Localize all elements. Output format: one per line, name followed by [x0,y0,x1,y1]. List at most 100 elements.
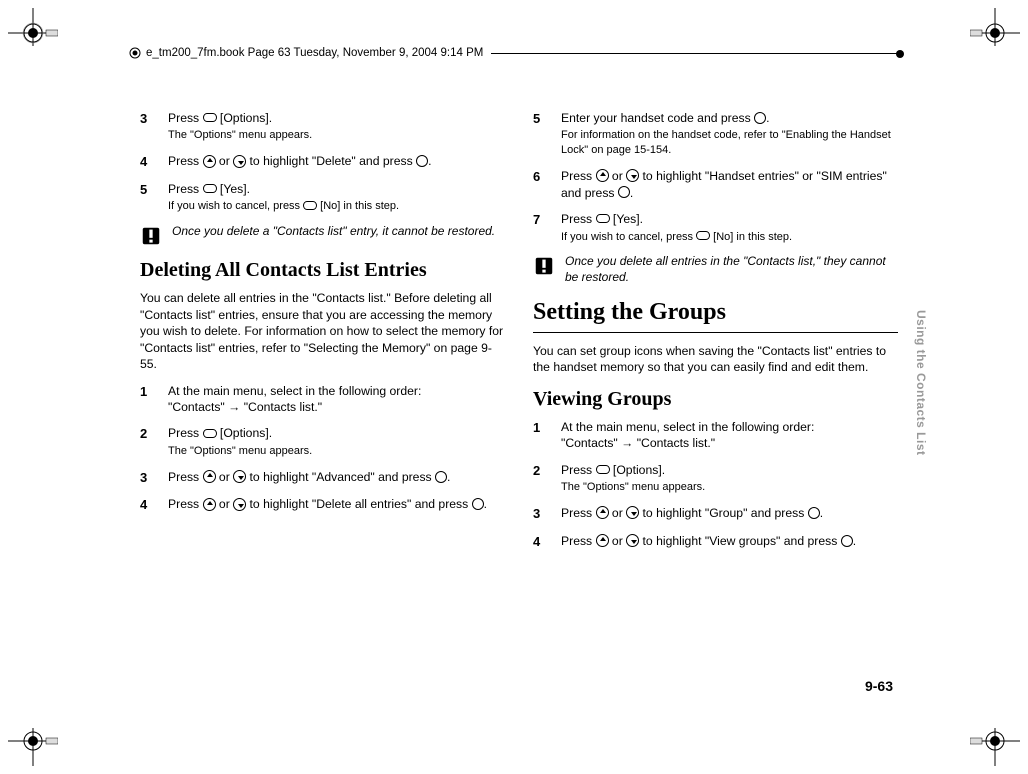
step-number: 5 [140,181,168,214]
center-key-icon [435,471,447,483]
text: If you wish to cancel, press [168,200,303,212]
softkey-icon [203,429,217,438]
heading-deleting-all: Deleting All Contacts List Entries [140,257,505,284]
nav-down-icon [233,155,246,168]
text: At the main menu, select in the followin… [561,420,814,434]
step-body: At the main menu, select in the followin… [168,383,505,416]
step-5: 5 Press [Yes]. If you wish to cancel, pr… [140,181,505,214]
text: Press [168,111,203,125]
center-key-icon [754,112,766,124]
nav-up-icon [596,534,609,547]
text: [No] in this step. [317,200,399,212]
running-header: e_tm200_7fm.book Page 63 Tuesday, Novemb… [128,46,900,60]
nav-down-icon [626,506,639,519]
paragraph: You can delete all entries in the "Conta… [140,290,505,372]
text: Enter your handset code and press [561,111,754,125]
page-root: { "header": "e_tm200_7fm.book Page 63 Tu… [0,0,1028,774]
nav-up-icon [596,506,609,519]
text: [Yes]. [610,212,643,226]
step-b2: 2 Press [Options]. The "Options" menu ap… [140,425,505,458]
step-body: Press or to highlight "Advanced" and pre… [168,469,505,487]
step-number: 3 [140,469,168,487]
nav-up-icon [596,169,609,182]
text: to highlight "View groups" and press [639,534,841,548]
center-key-icon [416,155,428,167]
step-body: Press or to highlight "Delete all entrie… [168,496,505,514]
step-4: 4 Press or to highlight "Delete" and pre… [140,153,505,171]
content-area: 3 Press [Options]. The "Options" menu ap… [140,110,898,654]
text: or [609,169,627,183]
step-body: Press [Yes]. If you wish to cancel, pres… [168,181,505,214]
nav-down-icon [233,470,246,483]
step-sub: If you wish to cancel, press [No] in thi… [168,199,505,214]
step-r7: 7 Press [Yes]. If you wish to cancel, pr… [533,211,898,244]
step-number: 4 [140,153,168,171]
step-3: 3 Press [Options]. The "Options" menu ap… [140,110,505,143]
step-body: Press [Options]. The "Options" menu appe… [168,110,505,143]
nav-down-icon [626,534,639,547]
step-c2: 2 Press [Options]. The "Options" menu ap… [533,462,898,495]
text: . [820,506,823,520]
step-body: Press [Options]. The "Options" menu appe… [168,425,505,458]
text: Press [168,182,203,196]
nav-down-icon [626,169,639,182]
step-b4: 4 Press or to highlight "Delete all entr… [140,496,505,514]
center-key-icon [841,535,853,547]
text: to highlight "Group" and press [639,506,808,520]
text: [No] in this step. [710,231,792,243]
text: . [428,154,431,168]
text: [Yes]. [217,182,250,196]
page-number: 9-63 [865,678,893,694]
step-body: Press or to highlight "Group" and press … [561,505,898,523]
step-sub: The "Options" menu appears. [168,128,505,143]
heading-viewing-groups: Viewing Groups [533,386,898,413]
step-body: Press or to highlight "Handset entries" … [561,168,898,201]
text: [Options]. [610,463,666,477]
step-number: 2 [533,462,561,495]
right-column: 5 Enter your handset code and press . Fo… [533,110,898,654]
text: to highlight "Delete" and press [246,154,416,168]
text: or [609,506,627,520]
step-body: At the main menu, select in the followin… [561,419,898,452]
warning-note: Once you delete a "Contacts list" entry,… [140,224,505,247]
text: or [609,534,627,548]
step-c1: 1 At the main menu, select in the follow… [533,419,898,452]
step-c3: 3 Press or to highlight "Group" and pres… [533,505,898,523]
text: or [216,154,234,168]
step-number: 6 [533,168,561,201]
arrow-icon: → [228,400,240,414]
step-sub: If you wish to cancel, press [No] in thi… [561,230,898,245]
caution-icon [533,255,555,277]
text: Press [168,154,203,168]
text: [Options]. [217,426,273,440]
text: or [216,470,234,484]
text: to highlight "Delete all entries" and pr… [246,497,471,511]
center-key-icon [618,186,630,198]
step-c4: 4 Press or to highlight "View groups" an… [533,533,898,551]
text: Press [561,212,596,226]
step-number: 1 [140,383,168,416]
step-r5: 5 Enter your handset code and press . Fo… [533,110,898,158]
step-b3: 3 Press or to highlight "Advanced" and p… [140,469,505,487]
text: Press [561,169,596,183]
step-number: 5 [533,110,561,158]
step-number: 1 [533,419,561,452]
text: . [853,534,856,548]
nav-down-icon [233,498,246,511]
step-number: 7 [533,211,561,244]
step-number: 3 [533,505,561,523]
step-number: 4 [140,496,168,514]
text: . [447,470,450,484]
text: Press [168,497,203,511]
softkey-icon [203,113,217,122]
step-body: Press or to highlight "View groups" and … [561,533,898,551]
text: "Contacts list." [633,436,715,450]
softkey-icon [696,231,710,240]
header-text: e_tm200_7fm.book Page 63 Tuesday, Novemb… [146,47,483,59]
note-text: Once you delete all entries in the "Cont… [565,254,898,285]
crop-mark-tl [8,8,58,58]
center-key-icon [808,507,820,519]
note-text: Once you delete a "Contacts list" entry,… [172,224,495,240]
nav-up-icon [203,155,216,168]
paragraph: You can set group icons when saving the … [533,343,898,376]
